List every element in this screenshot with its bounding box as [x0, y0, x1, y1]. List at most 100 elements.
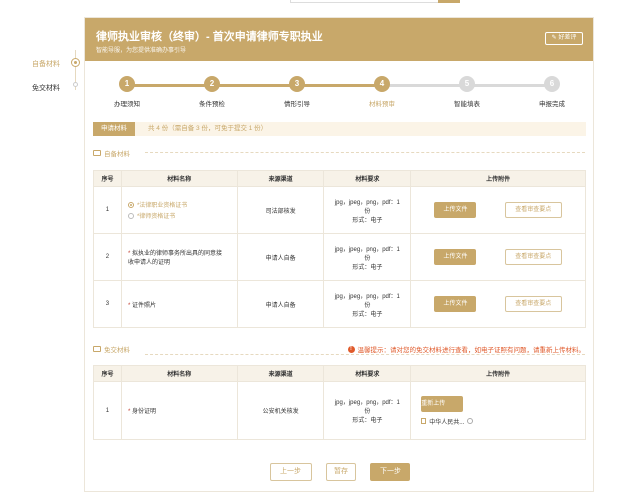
- row-upload: 上传文件 查看审查要点: [410, 233, 586, 281]
- attached-file[interactable]: 中华人民共...: [421, 417, 585, 426]
- table-header-row: 序号 材料名称 来源渠道 材料要求 上传附件: [93, 365, 586, 382]
- table-row: 3 * 证件照片 申请人自备 jpg，jpeg，png，pdf：1 份 形式：电…: [93, 280, 586, 328]
- save-draft-button[interactable]: 暂存: [326, 463, 356, 481]
- section-divider: [145, 152, 585, 153]
- row-upload: 重新上传 中华人民共...: [410, 381, 586, 440]
- step-label: 申报完成: [539, 101, 565, 108]
- summary-tag: 申请材料: [93, 122, 135, 136]
- section-divider: [145, 354, 585, 355]
- row-requirement: jpg，jpeg，png，pdf：1 份 形式：电子: [323, 381, 412, 440]
- row-name-options: *法律职业资格证书 *律师资格证书: [120, 186, 238, 234]
- required-mark: *: [127, 302, 131, 309]
- folder-icon: [93, 346, 101, 352]
- req-formats: jpg，jpeg，png，pdf：1: [334, 246, 400, 253]
- rate-button[interactable]: ✎ 好差评: [545, 32, 583, 45]
- self-section-title: 自备材料: [93, 148, 130, 158]
- folder-icon: [93, 150, 101, 156]
- step-number: 2: [204, 76, 220, 92]
- row-requirement: jpg，jpeg，png，pdf：1 份 形式：电子: [323, 280, 412, 328]
- step-3: 3 情形引导: [262, 76, 332, 108]
- search-input[interactable]: [290, 0, 440, 3]
- upload-button[interactable]: 上传文件: [434, 249, 477, 265]
- nav-item-self-materials[interactable]: 自备材料: [32, 59, 60, 69]
- reupload-button[interactable]: 重新上传: [421, 395, 464, 412]
- view-review-points-button[interactable]: 查看审查要点: [504, 202, 562, 218]
- row-no: 2: [93, 233, 122, 281]
- th-source: 来源渠道: [236, 365, 325, 382]
- upload-button[interactable]: 上传文件: [434, 296, 477, 312]
- exempt-materials-table: 序号 材料名称 来源渠道 材料要求 上传附件 1 * 身份证明 公安机关核发 j…: [93, 365, 586, 440]
- required-mark: *: [127, 409, 131, 415]
- row-no: 1: [93, 381, 122, 440]
- materials-summary: 申请材料 共 4 份（需自备 3 份，可免于提交 1 份）: [93, 122, 586, 136]
- radio-checked-icon[interactable]: [127, 201, 134, 208]
- step-1: 1 办理须知: [92, 76, 162, 108]
- step-label: 材料预审: [369, 101, 395, 108]
- prev-step-button[interactable]: 上一步: [269, 463, 312, 481]
- check-circle-icon: [467, 418, 474, 424]
- upload-button[interactable]: 上传文件: [434, 202, 477, 218]
- page-header: 律师执业审核（终审）- 首次申请律师专职执业 智能导服，为您提供准确办事引导 ✎…: [85, 18, 593, 61]
- th-name: 材料名称: [120, 170, 238, 187]
- table-row: 1 * 身份证明 公安机关核发 jpg，jpeg，png，pdf：1 份 形式：…: [93, 381, 586, 440]
- page-subtitle: 智能导服，为您提供准确办事引导: [96, 48, 187, 54]
- nav-item-exempt-materials[interactable]: 免交材料: [32, 83, 60, 93]
- next-step-button[interactable]: 下一步: [370, 463, 411, 481]
- row-requirement: jpg，jpeg，png，pdf：1 份 形式：电子: [323, 233, 412, 281]
- req-form: 形式：电子: [352, 217, 383, 224]
- page-title: 律师执业审核（终审）- 首次申请律师专职执业: [96, 31, 323, 43]
- step-number: 4: [374, 76, 390, 92]
- req-count: 份: [364, 302, 371, 309]
- warm-tip: ! 温馨提示：请对您的免交材料进行查看，如电子证照有问题，请重新上传材料。: [347, 344, 585, 354]
- step-5: 5 智能填表: [432, 76, 502, 108]
- req-formats: jpg，jpeg，png，pdf：1: [334, 199, 400, 206]
- row-no: 1: [93, 186, 122, 234]
- req-form: 形式：电子: [352, 264, 383, 271]
- req-form: 形式：电子: [352, 418, 383, 424]
- table-header-row: 序号 材料名称 来源渠道 材料要求 上传附件: [93, 170, 586, 187]
- view-review-points-button[interactable]: 查看审查要点: [504, 249, 562, 265]
- search-button[interactable]: [438, 0, 460, 3]
- row-upload: 上传文件 查看审查要点: [410, 280, 586, 328]
- table-row: 2 * 拟执业的律师事务所出具的同意接 收申请人的证明 申请人自备 jpg，jp…: [93, 233, 586, 281]
- row-name-line1: 证件照片: [131, 302, 156, 309]
- self-materials-table: 序号 材料名称 来源渠道 材料要求 上传附件 1 *法律职业资格证书 *律师资格…: [93, 170, 586, 328]
- row-name: * 证件照片: [120, 280, 238, 328]
- exempt-section-title: 免交材料: [93, 344, 130, 354]
- th-no: 序号: [93, 170, 122, 187]
- progress-steps: 1 办理须知 2 条件预检 3 情形引导 4 材料预审 5 智能填表 6 申报完成: [85, 76, 595, 112]
- table-row: 1 *法律职业资格证书 *律师资格证书 司法部核发 jpg，jpeg，png，p…: [93, 186, 586, 234]
- row-name: * 身份证明: [120, 381, 238, 440]
- row-requirement: jpg，jpeg，png，pdf：1 份 形式：电子: [323, 186, 412, 234]
- radio-icon[interactable]: [127, 212, 134, 219]
- step-4: 4 材料预审: [347, 76, 417, 108]
- nav-dot: [73, 82, 78, 87]
- step-6: 6 申报完成: [517, 76, 587, 108]
- th-upload: 上传附件: [410, 365, 586, 382]
- view-review-points-button[interactable]: 查看审查要点: [504, 296, 562, 312]
- file-icon: [421, 418, 427, 424]
- footer-actions: 上一步 暂存 下一步: [85, 460, 595, 481]
- th-no: 序号: [93, 365, 122, 382]
- step-number: 6: [544, 76, 560, 92]
- file-name[interactable]: 中华人民共...: [429, 417, 464, 426]
- top-bar-fragment: [0, 0, 640, 6]
- step-label: 情形引导: [284, 101, 310, 108]
- req-form: 形式：电子: [352, 311, 383, 318]
- row-source: 申请人自备: [236, 280, 325, 328]
- step-number: 5: [459, 76, 475, 92]
- th-requirement: 材料要求: [323, 170, 412, 187]
- step-label: 条件预检: [199, 101, 225, 108]
- step-number: 1: [119, 76, 135, 92]
- nav-dot-active: [71, 58, 80, 67]
- row-name: * 拟执业的律师事务所出具的同意接 收申请人的证明: [120, 233, 238, 281]
- option-lawyer-qualification[interactable]: *律师资格证书: [127, 211, 237, 220]
- req-formats: jpg，jpeg，png，pdf：1: [334, 293, 400, 300]
- rate-label: 好差评: [558, 35, 577, 41]
- step-number: 3: [289, 76, 305, 92]
- row-source: 申请人自备: [236, 233, 325, 281]
- option-legal-qualification[interactable]: *法律职业资格证书: [127, 200, 237, 209]
- row-source: 司法部核发: [236, 186, 325, 234]
- req-count: 份: [364, 409, 371, 415]
- th-upload: 上传附件: [410, 170, 586, 187]
